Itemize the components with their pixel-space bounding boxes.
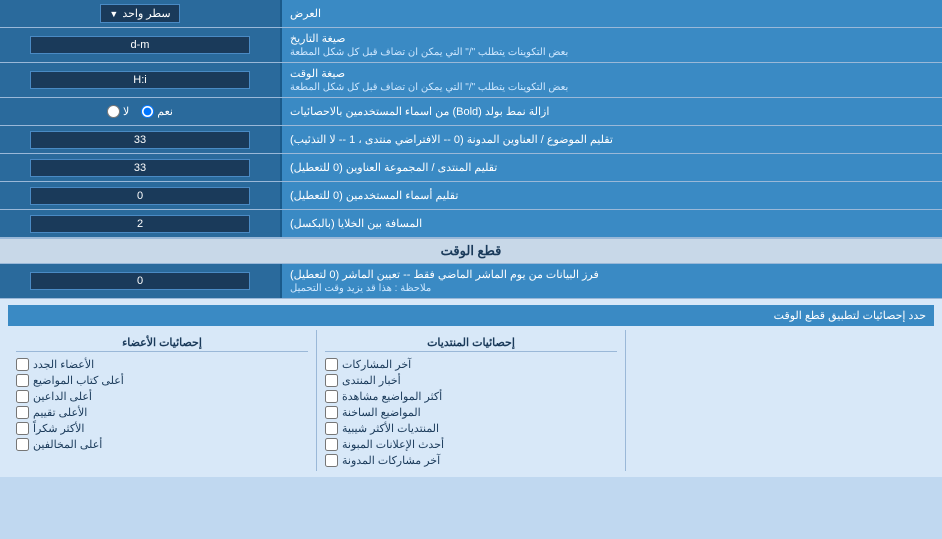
checkbox-item-posts2: أخبار المنتدى: [325, 374, 617, 387]
checkbox-mem6[interactable]: [16, 438, 29, 451]
cutoff-days-row: فرز البيانات من يوم الماشر الماضي فقط --…: [0, 264, 942, 299]
cutoff-days-input[interactable]: [30, 272, 250, 290]
radio-yes-label[interactable]: نعم: [141, 105, 173, 118]
checkbox-mem4[interactable]: [16, 406, 29, 419]
time-format-input[interactable]: [30, 71, 250, 89]
cell-spacing-row: المسافة بين الخلايا (بالبكسل): [0, 210, 942, 238]
checkbox-mem3[interactable]: [16, 390, 29, 403]
checkbox-item-mem4: الأعلى تقييم: [16, 406, 308, 419]
cell-spacing-input-cell: [0, 210, 280, 237]
time-format-label: صيغة الوقت بعض التكوينات يتطلب "/" التي …: [280, 63, 942, 97]
checkbox-mem1[interactable]: [16, 358, 29, 371]
checkbox-item-posts3: أكثر المواضيع مشاهدة: [325, 390, 617, 403]
forum-titles-input-cell: [0, 154, 280, 181]
checkboxes-header: حدد إحصائيات لتطبيق قطع الوقت: [8, 305, 934, 326]
usernames-trim-input-cell: [0, 182, 280, 209]
display-label: العرض: [280, 0, 942, 27]
date-format-label: صيغة التاريخ بعض التكوينات يتطلب "/" الت…: [280, 28, 942, 62]
date-format-input-cell: [0, 28, 280, 62]
members-col-header: إحصائيات الأعضاء: [16, 334, 308, 352]
checkbox-item-mem3: أعلى الداعين: [16, 390, 308, 403]
time-format-input-cell: [0, 63, 280, 97]
cutoff-section-header: قطع الوقت: [0, 238, 942, 264]
bold-remove-row: ازالة نمط بولد (Bold) من اسماء المستخدمي…: [0, 98, 942, 126]
usernames-trim-input[interactable]: [30, 187, 250, 205]
checkbox-posts7[interactable]: [325, 454, 338, 467]
checkbox-item-posts6: أحدث الإعلانات المبونة: [325, 438, 617, 451]
checkbox-item-posts1: آخر المشاركات: [325, 358, 617, 371]
checkbox-item-mem1: الأعضاء الجدد: [16, 358, 308, 371]
checkbox-item-mem6: أعلى المخالفين: [16, 438, 308, 451]
forum-titles-label: تقليم المنتدى / المجموعة العناوين (0 للت…: [280, 154, 942, 181]
topic-titles-label: تقليم الموضوع / العناوين المدونة (0 -- ا…: [280, 126, 942, 153]
checkboxes-grid: إحصائيات المنتديات آخر المشاركات أخبار ا…: [8, 330, 934, 471]
checkbox-item-posts4: المواضيع الساخنة: [325, 406, 617, 419]
checkbox-posts6[interactable]: [325, 438, 338, 451]
cell-spacing-label: المسافة بين الخلايا (بالبكسل): [280, 210, 942, 237]
radio-yes[interactable]: [141, 105, 154, 118]
checkbox-mem5[interactable]: [16, 422, 29, 435]
dropdown-arrow-icon: ▼: [109, 9, 118, 19]
usernames-trim-label: تقليم أسماء المستخدمين (0 للتعطيل): [280, 182, 942, 209]
display-dropdown[interactable]: سطر واحد ▼: [100, 4, 179, 23]
cutoff-days-label: فرز البيانات من يوم الماشر الماضي فقط --…: [280, 264, 942, 298]
date-format-row: صيغة التاريخ بعض التكوينات يتطلب "/" الت…: [0, 28, 942, 63]
forum-titles-input[interactable]: [30, 159, 250, 177]
radio-no-label[interactable]: لا: [107, 105, 129, 118]
forum-titles-row: تقليم المنتدى / المجموعة العناوين (0 للت…: [0, 154, 942, 182]
checkbox-posts1[interactable]: [325, 358, 338, 371]
bold-remove-radio-cell: نعم لا: [0, 98, 280, 125]
checkbox-posts2[interactable]: [325, 374, 338, 387]
topic-titles-row: تقليم الموضوع / العناوين المدونة (0 -- ا…: [0, 126, 942, 154]
usernames-trim-row: تقليم أسماء المستخدمين (0 للتعطيل): [0, 182, 942, 210]
radio-no[interactable]: [107, 105, 120, 118]
members-col: إحصائيات الأعضاء الأعضاء الجدد أعلى كتاب…: [8, 330, 316, 471]
checkboxes-section: حدد إحصائيات لتطبيق قطع الوقت إحصائيات ا…: [0, 299, 942, 477]
checkbox-posts4[interactable]: [325, 406, 338, 419]
display-row: العرض سطر واحد ▼: [0, 0, 942, 28]
bold-remove-label: ازالة نمط بولد (Bold) من اسماء المستخدمي…: [280, 98, 942, 125]
empty-col: [625, 330, 934, 471]
checkbox-mem2[interactable]: [16, 374, 29, 387]
cell-spacing-input[interactable]: [30, 215, 250, 233]
checkbox-posts3[interactable]: [325, 390, 338, 403]
topic-titles-input-cell: [0, 126, 280, 153]
display-input-cell: سطر واحد ▼: [0, 0, 280, 27]
time-format-row: صيغة الوقت بعض التكوينات يتطلب "/" التي …: [0, 63, 942, 98]
date-format-input[interactable]: [30, 36, 250, 54]
checkbox-item-mem2: أعلى كتاب المواضيع: [16, 374, 308, 387]
checkbox-item-posts5: المنتديات الأكثر شيبية: [325, 422, 617, 435]
main-container: العرض سطر واحد ▼ صيغة التاريخ بعض التكوي…: [0, 0, 942, 477]
posts-col: إحصائيات المنتديات آخر المشاركات أخبار ا…: [316, 330, 625, 471]
cutoff-days-input-cell: [0, 264, 280, 298]
checkbox-posts5[interactable]: [325, 422, 338, 435]
checkbox-item-posts7: آخر مشاركات المدونة: [325, 454, 617, 467]
checkbox-item-mem5: الأكثر شكراً: [16, 422, 308, 435]
posts-col-header: إحصائيات المنتديات: [325, 334, 617, 352]
topic-titles-input[interactable]: [30, 131, 250, 149]
